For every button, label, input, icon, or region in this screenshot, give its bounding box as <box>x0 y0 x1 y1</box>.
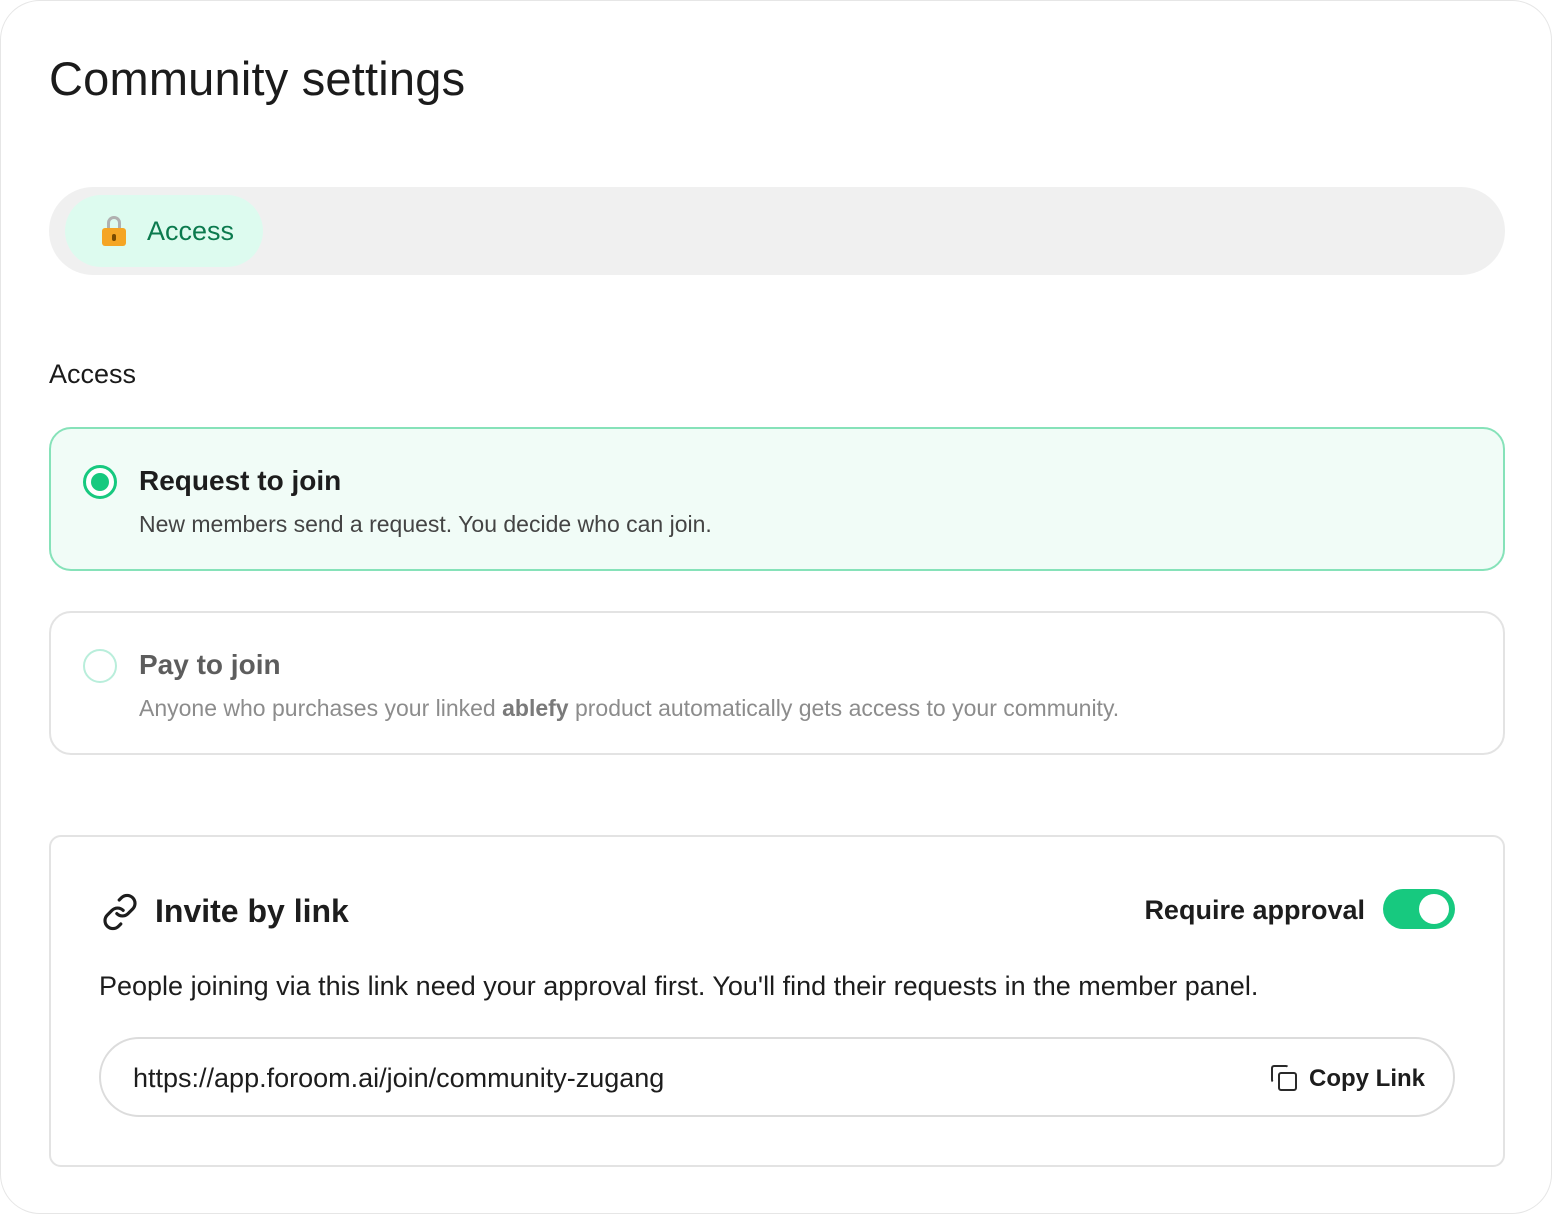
option-description-before: Anyone who purchases your linked <box>139 695 503 721</box>
option-description: Anyone who purchases your linked ablefy … <box>139 695 1119 722</box>
copy-icon <box>1270 1065 1299 1093</box>
invite-description: People joining via this link need your a… <box>99 971 1259 1001</box>
option-title: Request to join <box>139 465 342 496</box>
invite-link-field[interactable]: https://app.foroom.ai/join/community-zug… <box>99 1037 1455 1117</box>
option-description-brand: ablefy <box>502 695 569 721</box>
tab-bar: Access <box>49 187 1505 275</box>
option-pay-to-join[interactable]: Pay to join Anyone who purchases your li… <box>49 611 1505 755</box>
invite-title: Invite by link <box>155 893 349 929</box>
require-approval-toggle[interactable] <box>1383 889 1455 929</box>
copy-link-button[interactable]: Copy Link <box>1270 1059 1425 1099</box>
link-icon <box>103 893 137 931</box>
option-description-after: product automatically gets access to you… <box>568 695 1120 721</box>
tab-access-label: Access <box>147 215 235 246</box>
invite-by-link-card: Invite by link Require approval People j… <box>49 835 1505 1167</box>
copy-link-label: Copy Link <box>1308 1065 1425 1092</box>
settings-panel: Community settings Access Access Request… <box>0 0 1552 1214</box>
option-description: New members send a request. You decide w… <box>139 511 712 537</box>
tab-access[interactable]: Access <box>65 195 263 267</box>
option-title: Pay to join <box>139 649 281 680</box>
radio-request-to-join[interactable] <box>83 465 117 499</box>
toggle-knob <box>1419 894 1449 924</box>
option-request-to-join[interactable]: Request to join New members send a reque… <box>49 427 1505 571</box>
access-section-label: Access <box>49 359 137 389</box>
invite-link-url[interactable]: https://app.foroom.ai/join/community-zug… <box>133 1063 664 1094</box>
require-approval-label: Require approval <box>1144 895 1365 925</box>
lock-icon <box>101 216 127 246</box>
page-title: Community settings <box>49 52 466 105</box>
radio-pay-to-join[interactable] <box>83 649 117 683</box>
